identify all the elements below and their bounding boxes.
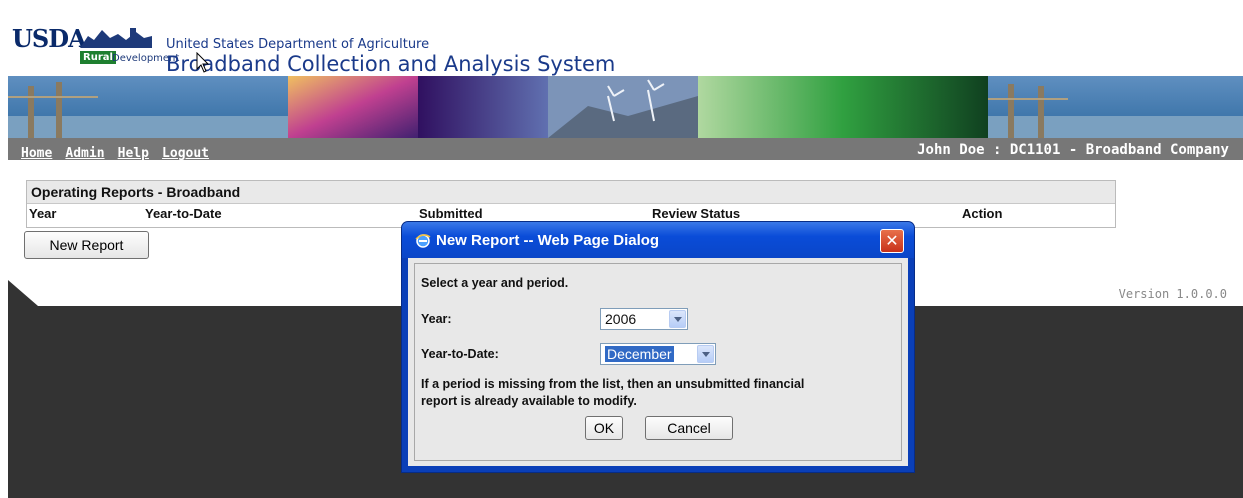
chevron-down-icon[interactable] bbox=[697, 345, 714, 363]
column-header-action: Action bbox=[962, 206, 1003, 221]
logo-usda-text: USDA bbox=[12, 24, 87, 53]
site-header: USDA Rural Development United States Dep… bbox=[8, 0, 1243, 76]
user-info: John Doe : DC1101 - Broadband Company bbox=[917, 142, 1229, 158]
dialog-title: New Report -- Web Page Dialog bbox=[436, 232, 660, 249]
logo-rural-label: Rural bbox=[80, 51, 116, 64]
column-header-review-status: Review Status bbox=[652, 206, 741, 221]
cancel-button[interactable]: Cancel bbox=[645, 416, 733, 440]
system-title: Broadband Collection and Analysis System bbox=[166, 52, 616, 76]
dialog-body: Select a year and period. Year: 2006 Yea… bbox=[408, 258, 908, 466]
year-select[interactable]: 2006 bbox=[600, 308, 688, 330]
department-name: United States Department of Agriculture bbox=[166, 37, 430, 52]
year-select-value: 2006 bbox=[605, 311, 637, 327]
mouse-cursor-icon bbox=[196, 52, 210, 73]
column-header-year: Year bbox=[29, 206, 57, 221]
browser-page: USDA Rural Development United States Dep… bbox=[0, 0, 1243, 498]
header-banner-image bbox=[8, 76, 1243, 138]
panel-title: Operating Reports - Broadband bbox=[27, 181, 1115, 204]
dialog-form: Select a year and period. Year: 2006 Yea… bbox=[414, 263, 902, 461]
new-report-dialog: New Report -- Web Page Dialog ✕ Select a… bbox=[402, 222, 914, 472]
usda-logo[interactable]: USDA Rural Development bbox=[12, 24, 179, 74]
page-edge bbox=[0, 0, 8, 498]
operating-reports-panel: Operating Reports - Broadband Year Year-… bbox=[26, 180, 1116, 228]
chevron-down-icon[interactable] bbox=[669, 310, 686, 328]
nav-link-home[interactable]: Home bbox=[21, 146, 52, 161]
nav-links: Home Admin Help Logout bbox=[21, 138, 217, 161]
close-icon[interactable]: ✕ bbox=[880, 229, 904, 253]
nav-link-logout[interactable]: Logout bbox=[162, 146, 209, 161]
ytd-label: Year-to-Date: bbox=[421, 347, 499, 361]
version-label: Version 1.0.0.0 bbox=[1118, 287, 1227, 301]
logo-landscape-icon bbox=[80, 28, 152, 48]
year-label: Year: bbox=[421, 312, 452, 326]
missing-period-note-line1: If a period is missing from the list, th… bbox=[421, 377, 805, 391]
banner-collage bbox=[8, 76, 1243, 138]
dialog-instruction: Select a year and period. bbox=[421, 276, 569, 290]
nav-link-admin[interactable]: Admin bbox=[65, 146, 104, 161]
ytd-select[interactable]: December bbox=[600, 343, 716, 365]
nav-link-help[interactable]: Help bbox=[118, 146, 149, 161]
top-nav-bar: Home Admin Help Logout John Doe : DC1101… bbox=[8, 138, 1243, 161]
ytd-select-value: December bbox=[604, 345, 675, 363]
column-header-ytd: Year-to-Date bbox=[145, 206, 222, 221]
missing-period-note-line2: report is already available to modify. bbox=[421, 394, 637, 408]
internet-explorer-icon bbox=[415, 234, 431, 248]
dialog-title-bar[interactable]: New Report -- Web Page Dialog ✕ bbox=[402, 222, 914, 258]
new-report-button[interactable]: New Report bbox=[24, 231, 149, 259]
column-header-submitted: Submitted bbox=[419, 206, 483, 221]
ok-button[interactable]: OK bbox=[585, 416, 623, 440]
